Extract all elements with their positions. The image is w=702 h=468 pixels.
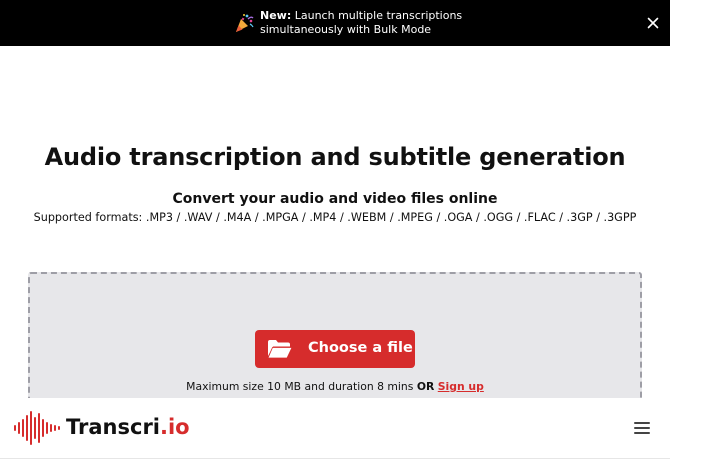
soundwave-logo-icon[interactable] [13, 410, 61, 446]
or-separator: OR [416, 380, 435, 393]
announcement-line1: Launch multiple transcriptions [294, 9, 463, 22]
page-gutter [670, 0, 702, 468]
choose-file-button[interactable]: Choose a file [255, 330, 415, 368]
choose-file-label: Choose a file [308, 340, 413, 356]
supported-formats: Supported formats: .MP3 / .WAV / .M4A / … [33, 211, 637, 224]
page-title: Audio transcription and subtitle generat… [44, 143, 626, 171]
upload-limits: Maximum size 10 MB and duration 8 mins O… [0, 380, 670, 393]
brand-name: Transcri [66, 415, 160, 439]
announcement-line2: simultaneously with Bulk Mode [260, 23, 432, 36]
announcement-bar: New: Launch multiple transcriptions simu… [0, 0, 670, 46]
navbar-divider [0, 458, 670, 459]
upload-limits-text: Maximum size 10 MB and duration 8 mins [186, 380, 414, 393]
hamburger-menu-icon[interactable] [634, 422, 650, 436]
announcement-text: New: Launch multiple transcriptions simu… [260, 9, 520, 37]
brand-suffix: .io [160, 415, 190, 439]
party-popper-icon [236, 14, 254, 32]
folder-open-icon [267, 340, 293, 359]
page-viewport: New: Launch multiple transcriptions simu… [0, 0, 670, 468]
bottom-navbar: Transcri.io [0, 398, 670, 468]
page-subtitle: Convert your audio and video files onlin… [172, 191, 498, 207]
close-icon[interactable] [645, 15, 661, 31]
announcement-new-label: New: [260, 9, 292, 22]
signup-link[interactable]: Sign up [438, 380, 484, 393]
brand-logo-text[interactable]: Transcri.io [66, 415, 190, 439]
